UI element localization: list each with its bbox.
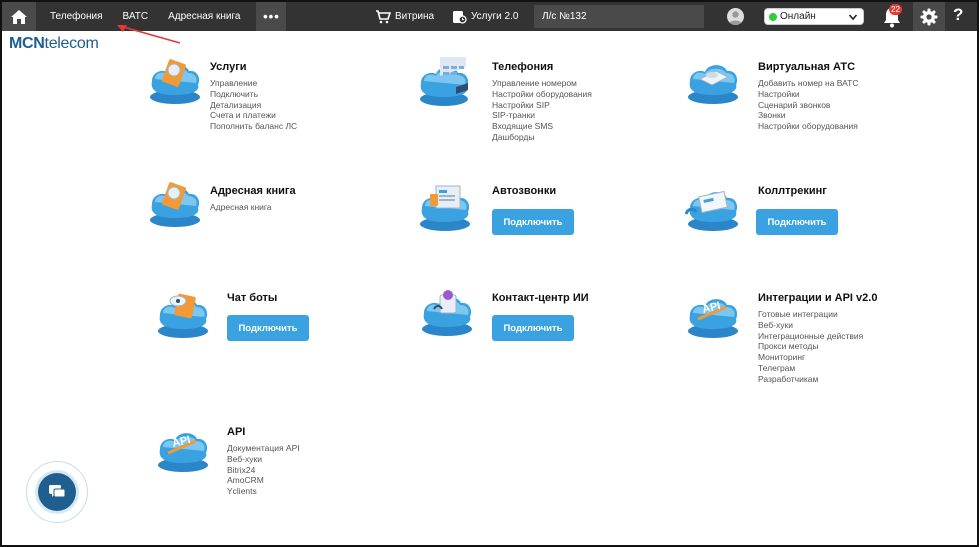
cart-icon: [376, 9, 391, 23]
notifications-badge: 22: [889, 4, 902, 15]
vats-link-settings[interactable]: Настройки: [758, 89, 859, 100]
services-v2-link[interactable]: Услуги 2.0: [452, 2, 518, 31]
vats-cloud-icon: [688, 65, 738, 104]
card-services-links: Управление Подключить Детализация Счета …: [210, 78, 297, 132]
card-services-title: Услуги: [210, 61, 247, 73]
card-integrations-title: Интеграции и API v2.0: [758, 292, 878, 304]
vats-link-add-number[interactable]: Добавить номер на ВАТС: [758, 78, 859, 89]
card-chatbots-title: Чат боты: [227, 292, 278, 304]
telephony-link-number[interactable]: Управление номером: [492, 78, 592, 89]
card-integrations-links: Готовые интеграции Веб-хуки Интеграционн…: [758, 309, 863, 385]
card-api: API API Документация API Веб-хуки Bitrix…: [156, 421, 356, 506]
card-contact-center: Контакт-центр ИИ Подключить: [420, 287, 620, 357]
help-button[interactable]: ?: [953, 5, 963, 25]
address-book-cloud-icon: [150, 182, 200, 227]
card-calltracking: Коллтрекинг Подключить: [684, 180, 884, 250]
vats-link-call-scenario[interactable]: Сценарий звонков: [758, 100, 859, 111]
telephony-link-sms[interactable]: Входящие SMS: [492, 121, 592, 132]
api-link-bitrix24[interactable]: Bitrix24: [227, 465, 300, 476]
home-button[interactable]: [2, 2, 36, 31]
calltracking-connect-button[interactable]: Подключить: [756, 209, 838, 235]
calltracking-cloud-icon: [684, 190, 738, 231]
contact-center-connect-button[interactable]: Подключить: [492, 315, 574, 341]
home-icon: [11, 9, 27, 24]
services-v2-label: Услуги 2.0: [471, 11, 519, 22]
integrations-link-actions[interactable]: Интеграционные действия: [758, 331, 863, 342]
integrations-link-telegram[interactable]: Телеграм: [758, 363, 863, 374]
telephony-link-sip-trunks[interactable]: SIP-транки: [492, 110, 592, 121]
vats-link-calls[interactable]: Звонки: [758, 110, 859, 121]
chevron-down-icon: [848, 14, 858, 21]
integrations-link-monitoring[interactable]: Мониторинг: [758, 352, 863, 363]
card-api-links: Документация API Веб-хуки Bitrix24 AmoCR…: [227, 443, 300, 497]
api-cloud-icon: API: [158, 433, 208, 472]
more-menu-button[interactable]: •••: [256, 2, 287, 31]
app-window: Телефония ВАТС Адресная книга ••• Витрин…: [0, 0, 979, 547]
chat-icon: [49, 485, 66, 498]
chatbots-cloud-icon: [158, 293, 208, 338]
settings-button[interactable]: [913, 2, 945, 31]
api-link-yclients[interactable]: Yclients: [227, 486, 300, 497]
shop-link[interactable]: Витрина: [375, 2, 434, 31]
telephony-link-equipment[interactable]: Настройки оборудования: [492, 89, 592, 100]
company-logo[interactable]: MCNtelecom: [9, 35, 99, 53]
card-address-book: Адресная книга Адресная книга: [148, 180, 348, 240]
avatar-icon: [729, 11, 742, 25]
services-link-details[interactable]: Детализация: [210, 100, 297, 111]
gear-icon: [920, 8, 938, 25]
chatbots-connect-button[interactable]: Подключить: [227, 315, 309, 341]
card-chatbots: Чат боты Подключить: [156, 287, 356, 357]
api-link-amocrm[interactable]: AmoCRM: [227, 475, 300, 486]
card-telephony: Телефония Управление номером Настройки о…: [418, 57, 638, 157]
autocalls-connect-button[interactable]: Подключить: [492, 209, 574, 235]
card-vats-links: Добавить номер на ВАТС Настройки Сценари…: [758, 78, 859, 132]
user-avatar[interactable]: [727, 8, 744, 25]
api-link-docs[interactable]: Документация API: [227, 443, 300, 454]
card-services: Услуги Управление Подключить Детализация…: [148, 57, 348, 157]
integrations-link-ready[interactable]: Готовые интеграции: [758, 309, 863, 320]
card-integrations: API Интеграции и API v2.0 Готовые интегр…: [686, 287, 906, 387]
card-vats-title: Виртуальная АТС: [758, 61, 856, 73]
card-autocalls-title: Автозвонки: [492, 185, 557, 197]
integrations-link-proxy[interactable]: Прокси методы: [758, 341, 863, 352]
card-calltracking-title: Коллтрекинг: [758, 185, 827, 197]
card-vats: Виртуальная АТС Добавить номер на ВАТС Н…: [686, 57, 906, 157]
card-telephony-title: Телефония: [492, 61, 554, 73]
contact-center-cloud-icon: [422, 290, 472, 336]
api-link-webhooks[interactable]: Веб-хуки: [227, 454, 300, 465]
chat-widget-button[interactable]: [26, 461, 88, 523]
card-address-book-links: Адресная книга: [210, 202, 272, 213]
nav-link-telephony[interactable]: Телефония: [40, 2, 113, 31]
telephony-cloud-icon: [420, 57, 469, 106]
address-book-link[interactable]: Адресная книга: [210, 202, 272, 213]
status-dropdown[interactable]: Онлайн: [764, 8, 864, 25]
annotation-arrow: [117, 25, 181, 44]
services-link-manage[interactable]: Управление: [210, 78, 297, 89]
card-address-book-title: Адресная книга: [210, 185, 296, 197]
services-link-topup[interactable]: Пополнить баланс ЛС: [210, 121, 297, 132]
services-link-invoices[interactable]: Счета и платежи: [210, 110, 297, 121]
integrations-cloud-icon: API: [688, 299, 738, 338]
account-selector[interactable]: Л/с №132: [534, 5, 704, 28]
shop-label: Витрина: [395, 11, 435, 22]
logo-rest: telecom: [44, 35, 99, 52]
card-autocalls: Автозвонки Подключить: [418, 180, 618, 250]
logo-bold: MCN: [9, 35, 45, 52]
card-api-title: API: [227, 426, 246, 438]
card-telephony-links: Управление номером Настройки оборудовани…: [492, 78, 592, 143]
services-link-connect[interactable]: Подключить: [210, 89, 297, 100]
chat-widget-inner: [38, 473, 76, 511]
integrations-link-webhooks[interactable]: Веб-хуки: [758, 320, 863, 331]
status-value: Онлайн: [780, 11, 816, 22]
online-status-dot: [769, 12, 777, 21]
card-contact-center-title: Контакт-центр ИИ: [492, 292, 589, 304]
vats-link-equipment[interactable]: Настройки оборудования: [758, 121, 859, 132]
telephony-link-sip[interactable]: Настройки SIP: [492, 100, 592, 111]
autocalls-cloud-icon: [420, 185, 470, 231]
services-cloud-icon: [150, 59, 200, 104]
telephony-link-dashboards[interactable]: Дашборды: [492, 132, 592, 143]
services-icon: [453, 10, 467, 24]
integrations-link-developers[interactable]: Разработчикам: [758, 374, 863, 385]
